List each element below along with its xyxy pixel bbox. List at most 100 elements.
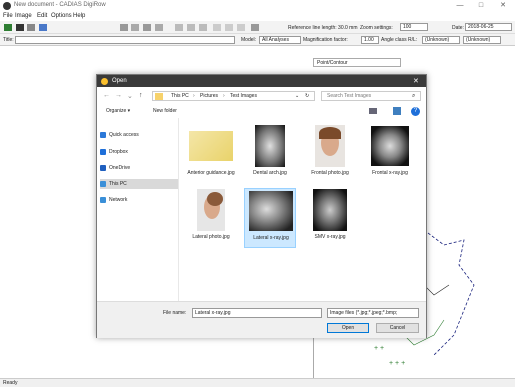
zoom-in-icon[interactable]	[175, 24, 183, 31]
dialog-title-bar: Open ✕	[97, 75, 426, 87]
recent-icon[interactable]: ⌄	[127, 92, 133, 100]
app-logo-icon	[3, 2, 11, 10]
pointer-icon[interactable]	[120, 24, 128, 31]
search-input[interactable]: Search Test Images	[321, 91, 421, 101]
address-bar: ← → ⌄ ↑ This PC › Pictures › Test Images…	[97, 87, 426, 104]
view-options-icon[interactable]	[369, 108, 377, 114]
back-icon[interactable]: ←	[103, 92, 110, 99]
menu-edit[interactable]: Edit	[37, 13, 47, 19]
open-button[interactable]: Open	[327, 323, 369, 333]
pencil-icon[interactable]	[131, 24, 139, 31]
close-button[interactable]: ✕	[495, 1, 511, 11]
dropbox-icon	[100, 149, 106, 155]
dialog-footer: File name: Lateral x-ray.jpg Image files…	[97, 301, 426, 338]
nav-this-pc[interactable]: This PC	[100, 179, 178, 189]
help-icon[interactable]: ?	[411, 107, 420, 116]
nav-dropbox[interactable]: Dropbox	[100, 147, 178, 157]
nav-network[interactable]: Network	[100, 195, 178, 205]
dialog-close-button[interactable]: ✕	[413, 77, 419, 85]
menu-image[interactable]: Image	[15, 13, 32, 19]
angle-left-select[interactable]: (Unknown)	[422, 36, 460, 44]
filetype-select[interactable]: Image files (*.jpg;*.jpeg;*.bmp;	[327, 308, 419, 318]
model-label: Model:	[241, 37, 257, 43]
calibrate-icon[interactable]	[251, 24, 259, 31]
new-folder-button[interactable]: New folder	[153, 108, 177, 114]
folder-icon	[155, 93, 163, 100]
angle-right-select[interactable]: (Unknown)	[463, 36, 501, 44]
forward-icon[interactable]: →	[115, 92, 122, 99]
file-dental-arch[interactable]: Dental arch.jpg	[244, 124, 296, 184]
menu-options[interactable]: Options	[51, 13, 72, 19]
app-title-bar: New document - CADIAS DigiRow — □ ✕	[0, 0, 515, 12]
zoom-fit-icon[interactable]	[199, 24, 207, 31]
angle-label: Angle class R/L:	[381, 37, 418, 43]
magnification-input[interactable]: 1.00	[361, 36, 379, 44]
minimize-button[interactable]: —	[452, 1, 468, 11]
file-anterior-guidance[interactable]: Anterior guidance.jpg	[185, 124, 237, 188]
svg-text:+ +: + +	[374, 345, 384, 352]
camera-icon[interactable]	[16, 24, 24, 31]
print-icon[interactable]	[155, 24, 163, 31]
file-frontal-photo[interactable]: Frontal photo.jpg	[304, 124, 356, 184]
flip-icon[interactable]	[225, 24, 233, 31]
dialog-title: Open	[112, 78, 127, 84]
menu-help[interactable]: Help	[73, 13, 85, 19]
new-icon[interactable]	[4, 24, 12, 31]
refresh-icon[interactable]: ↻	[305, 92, 309, 101]
open-icon[interactable]	[27, 24, 35, 31]
app-title: New document - CADIAS DigiRow	[14, 2, 106, 8]
command-bar: Organize ▾ New folder ?	[97, 104, 426, 118]
rotate-icon[interactable]	[213, 24, 221, 31]
cloud-icon	[100, 165, 106, 171]
menu-bar: File Image Edit Options Help	[0, 12, 515, 21]
path-this-pc[interactable]: This PC	[171, 92, 189, 101]
title-label: Title:	[3, 37, 14, 43]
file-frontal-xray[interactable]: Frontal x-ray.jpg	[364, 124, 416, 184]
up-icon[interactable]: ↑	[139, 92, 143, 99]
date-label: Date:	[452, 25, 464, 31]
dialog-app-icon	[101, 78, 108, 85]
svg-text:+ + +: + + +	[389, 360, 405, 367]
status-bar: Ready	[0, 378, 515, 387]
zoom-label: Zoom settings:	[360, 25, 393, 31]
open-dialog: Open ✕ ← → ⌄ ↑ This PC › Pictures › Test…	[96, 74, 427, 338]
file-lateral-xray[interactable]: Lateral x-ray.jpg	[244, 188, 296, 248]
brightness-icon[interactable]	[237, 24, 245, 31]
title-input[interactable]	[15, 36, 235, 44]
maximize-button[interactable]: □	[473, 1, 489, 11]
model-select[interactable]: All Analyses	[259, 36, 301, 44]
ref-line-label: Reference line length: 30.0 mm	[288, 25, 358, 31]
navigation-pane: Quick access Dropbox OneDrive This PC Ne…	[97, 118, 179, 301]
file-lateral-photo[interactable]: Lateral photo.jpg	[185, 188, 237, 248]
nav-quick-access[interactable]: Quick access	[100, 130, 178, 140]
preview-pane-icon[interactable]	[393, 107, 401, 115]
path-dropdown-icon[interactable]: ⌄	[295, 92, 299, 101]
search-icon: ⌕	[412, 93, 416, 99]
nav-onedrive[interactable]: OneDrive	[100, 163, 178, 173]
path-breadcrumb[interactable]: This PC › Pictures › Test Images ⌄ ↻	[152, 91, 315, 101]
thumbnail	[247, 189, 295, 233]
organize-button[interactable]: Organize ▾	[106, 108, 130, 114]
thumbnail	[366, 124, 414, 168]
zoom-out-icon[interactable]	[187, 24, 195, 31]
thumbnail	[187, 188, 235, 232]
menu-file[interactable]: File	[3, 13, 13, 19]
star-icon	[100, 132, 106, 138]
date-input[interactable]: 2018-06-25	[465, 23, 512, 31]
computer-icon	[100, 181, 106, 187]
file-list: Anterior guidance.jpg Dental arch.jpg Fr…	[180, 118, 426, 301]
save-icon[interactable]	[39, 24, 47, 31]
info-toolbar: Title: Model: All Analyses Magnification…	[0, 34, 515, 46]
path-test-images[interactable]: Test Images	[230, 92, 257, 101]
path-pictures[interactable]: Pictures	[200, 92, 218, 101]
point-contour-dropdown[interactable]: Point/Contour	[313, 58, 401, 67]
main-toolbar: Reference line length: 30.0 mm Zoom sett…	[0, 21, 515, 34]
zoom-input[interactable]: 100	[400, 23, 428, 31]
thumbnail	[306, 124, 354, 168]
grid-icon[interactable]	[143, 24, 151, 31]
cancel-button[interactable]: Cancel	[376, 323, 419, 333]
filename-input[interactable]: Lateral x-ray.jpg	[192, 308, 322, 318]
magnification-label: Magnification factor:	[303, 37, 348, 43]
file-smv-xray[interactable]: SMV x-ray.jpg	[304, 188, 356, 248]
thumbnail	[306, 188, 354, 232]
